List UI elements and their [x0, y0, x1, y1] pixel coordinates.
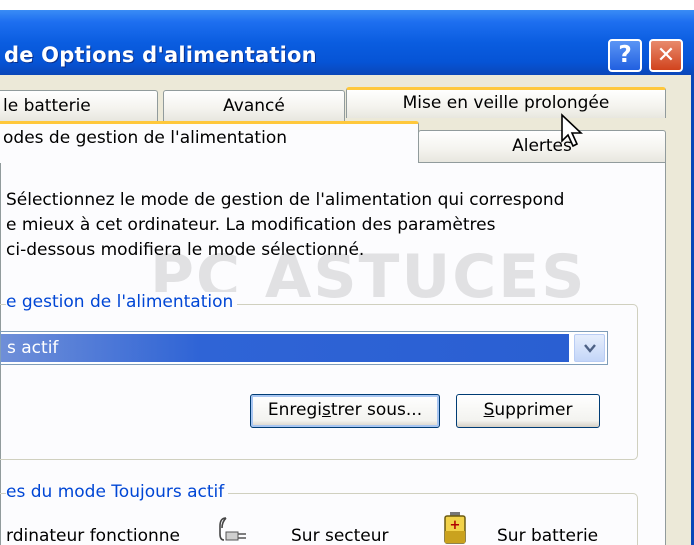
window-title: de Options d'alimentation — [4, 43, 317, 67]
row-label-computer: rdinateur fonctionne — [6, 526, 180, 545]
svg-text:+: + — [450, 518, 461, 533]
tab-label: le batterie — [3, 96, 91, 116]
description-line-1: Sélectionnez le mode de gestion de l'ali… — [6, 190, 565, 210]
description-line-2: e mieux à cet ordinateur. La modificatio… — [6, 215, 496, 235]
battery-icon: + — [444, 512, 466, 544]
power-scheme-group — [0, 304, 638, 460]
dropdown-button[interactable] — [574, 334, 605, 362]
tab-label: Mise en veille prolongée — [402, 93, 610, 113]
help-button[interactable]: ? — [608, 39, 642, 72]
close-button[interactable]: ✕ — [649, 39, 683, 72]
battery-power-label: Sur batterie — [497, 526, 599, 545]
tab-avance[interactable]: Avancé — [163, 90, 345, 121]
tab-label: Avancé — [223, 96, 285, 116]
power-scheme-select[interactable]: s actif — [0, 331, 608, 365]
chevron-down-icon — [584, 344, 596, 353]
tab-modes-de-gestion[interactable]: odes de gestion de l'alimentation — [0, 121, 419, 163]
tab-label: odes de gestion de l'alimentation — [3, 128, 287, 148]
tab-alertes[interactable]: Alertes — [418, 130, 666, 162]
power-scheme-legend: e gestion de l'alimentation — [6, 292, 238, 312]
select-value: s actif — [1, 334, 569, 362]
tab-mise-en-veille-prolongee[interactable]: Mise en veille prolongée — [346, 87, 666, 118]
tab-label: Alertes — [512, 136, 572, 156]
power-plug-icon — [219, 517, 246, 541]
ac-power-label: Sur secteur — [291, 526, 389, 545]
description-line-3: ci-dessous modifiera le mode sélectionné… — [6, 240, 365, 260]
delete-button[interactable]: Supprimer — [456, 394, 600, 428]
scheme-settings-legend: es du mode Toujours actif — [6, 482, 229, 502]
save-as-button[interactable]: Enregistrer sous... — [250, 394, 440, 428]
mouse-cursor-icon — [561, 113, 584, 148]
title-bar[interactable]: de Options d'alimentation ? ✕ — [0, 10, 694, 75]
screenshot-frame: de Options d'alimentation ? ✕ le batteri… — [0, 0, 694, 545]
tab-batterie[interactable]: le batterie — [0, 90, 158, 121]
